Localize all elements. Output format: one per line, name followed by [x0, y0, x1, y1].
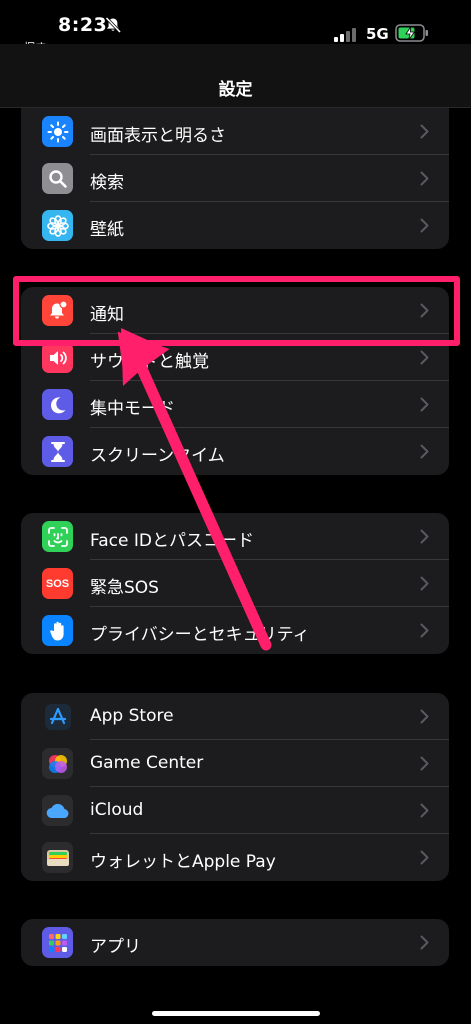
- moon-icon: [42, 389, 73, 420]
- chevron-right-icon: [420, 529, 429, 544]
- chevron-right-icon: [420, 576, 429, 591]
- hand-icon: [42, 615, 73, 646]
- chevron-right-icon: [420, 124, 429, 139]
- settings-row-label: アプリ: [90, 937, 141, 957]
- face-id-icon: [42, 521, 73, 552]
- chevron-right-icon: [420, 218, 429, 233]
- settings-row-screen-time[interactable]: スクリーンタイム: [21, 428, 449, 475]
- settings-row-label: 緊急SOS: [90, 578, 159, 598]
- icloud-icon: [42, 795, 73, 826]
- chevron-right-icon: [420, 444, 429, 459]
- settings-row-focus[interactable]: 集中モード: [21, 381, 449, 428]
- chevron-right-icon: [420, 709, 429, 724]
- status-bar: 8:23 ◀ 探す 5G: [0, 0, 471, 54]
- settings-row-label: 検索: [90, 173, 124, 193]
- chevron-right-icon: [420, 803, 429, 818]
- annotation-highlight-box: [13, 276, 460, 346]
- chevron-right-icon: [420, 935, 429, 950]
- settings-row-app-store[interactable]: App Store: [21, 693, 449, 740]
- chevron-right-icon: [420, 756, 429, 771]
- settings-row-label: サウンドと触覚: [90, 352, 209, 372]
- settings-screen: 8:23 ◀ 探す 5G 設定 画面表示: [0, 0, 471, 1024]
- chevron-right-icon: [420, 850, 429, 865]
- settings-group-security: Face IDとパスコード SOS 緊急SOS プライバシーとセキュリティ: [21, 513, 449, 654]
- settings-row-privacy-security[interactable]: プライバシーとセキュリティ: [21, 607, 449, 654]
- chevron-right-icon: [420, 397, 429, 412]
- settings-row-search[interactable]: 検索: [21, 155, 449, 202]
- network-type: 5G: [366, 25, 389, 43]
- chevron-right-icon: [420, 623, 429, 638]
- chevron-right-icon: [420, 350, 429, 365]
- settings-row-label: 集中モード: [90, 399, 175, 419]
- settings-row-label: App Store: [90, 706, 174, 726]
- settings-row-icloud[interactable]: iCloud: [21, 787, 449, 834]
- settings-row-wallpaper[interactable]: 壁紙: [21, 202, 449, 249]
- page-title: 設定: [218, 80, 253, 100]
- navigation-bar: 設定: [0, 44, 471, 108]
- settings-row-display-brightness[interactable]: 画面表示と明るさ: [21, 108, 449, 155]
- sos-icon-text: SOS: [45, 577, 70, 590]
- settings-row-apps[interactable]: アプリ: [21, 919, 449, 966]
- settings-row-label: Game Center: [90, 753, 204, 773]
- settings-row-game-center[interactable]: Game Center: [21, 740, 449, 787]
- settings-row-label: 画面表示と明るさ: [90, 126, 226, 146]
- flower-icon: [42, 210, 73, 241]
- settings-row-label: Face IDとパスコード: [90, 531, 254, 551]
- clock: 8:23: [58, 14, 108, 36]
- app-store-icon: [42, 701, 73, 732]
- settings-row-label: スクリーンタイム: [90, 446, 225, 466]
- speaker-icon: [42, 342, 73, 373]
- apps-grid-icon: [42, 927, 73, 958]
- brightness-icon: [42, 116, 73, 147]
- settings-row-emergency-sos[interactable]: SOS 緊急SOS: [21, 560, 449, 607]
- settings-row-label: プライバシーとセキュリティ: [90, 625, 310, 645]
- settings-row-face-id-passcode[interactable]: Face IDとパスコード: [21, 513, 449, 560]
- chevron-right-icon: [420, 171, 429, 186]
- bell-off-icon: [105, 17, 122, 33]
- settings-row-label: 壁紙: [90, 220, 124, 240]
- search-icon: [42, 163, 73, 194]
- settings-row-wallet-apple-pay[interactable]: ウォレットとApple Pay: [21, 834, 449, 881]
- hourglass-icon: [42, 436, 73, 467]
- settings-group-apps: アプリ: [21, 919, 449, 966]
- settings-row-label: ウォレットとApple Pay: [90, 852, 276, 872]
- settings-group-display: 画面表示と明るさ 検索 壁紙: [21, 108, 449, 249]
- game-center-icon: [42, 748, 73, 779]
- settings-group-services: App Store Game Center iCloud ウォレットとApple: [21, 693, 449, 881]
- home-indicator[interactable]: [152, 1011, 320, 1016]
- settings-row-label: iCloud: [90, 800, 144, 820]
- wallet-icon: [42, 842, 73, 873]
- battery-charging-icon: [395, 24, 428, 42]
- cellular-signal-icon: [334, 28, 356, 42]
- sos-icon: SOS: [42, 568, 73, 599]
